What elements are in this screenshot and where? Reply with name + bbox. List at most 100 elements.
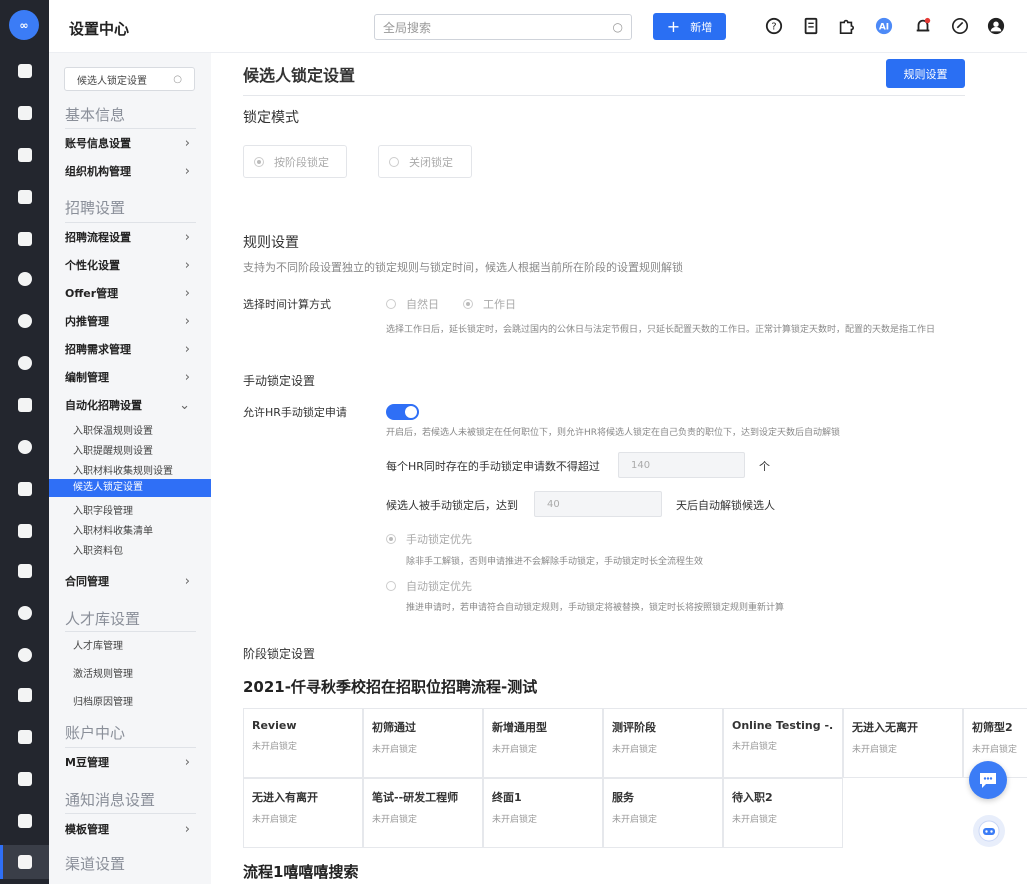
submenu-onboard-fields[interactable]: 入职字段管理 — [73, 502, 133, 517]
limit-label: 每个HR同时存在的手动锁定申请数不得超过 — [386, 460, 600, 473]
pie-chart-icon[interactable] — [0, 349, 49, 377]
menu-item-account[interactable]: 账号信息设置 › — [65, 135, 190, 151]
settings-icon[interactable] — [0, 845, 49, 879]
robot-assistant-button[interactable] — [973, 815, 1005, 847]
radio-icon — [389, 156, 399, 167]
chevron-right-icon: › — [184, 229, 190, 245]
menu-item-referral[interactable]: 内推管理 › — [65, 313, 190, 329]
divider — [243, 95, 965, 96]
menu-item-flow[interactable]: 招聘流程设置 › — [65, 229, 190, 245]
menu-item-org[interactable]: 组织机构管理 › — [65, 163, 190, 179]
submenu-activation[interactable]: 激活规则管理 — [73, 665, 133, 680]
menu-item-offer[interactable]: Offer管理 › — [65, 285, 190, 301]
user-tie-icon[interactable] — [0, 723, 49, 751]
rule-settings-button[interactable]: 规则设置 — [886, 59, 965, 88]
submenu-onboard-warm[interactable]: 入职保温规则设置 — [73, 422, 153, 437]
star-icon[interactable] — [0, 641, 49, 669]
top-header: 设置中心 全局搜索 ○ + 新增 ? AI — [49, 0, 1027, 53]
help-icon[interactable]: ? — [764, 16, 784, 36]
list-icon[interactable] — [0, 807, 49, 835]
global-search-placeholder: 全局搜索 — [383, 20, 432, 35]
notes-icon[interactable] — [801, 16, 821, 36]
stage-card[interactable]: Online Testing -... 未开启锁定 — [723, 708, 843, 778]
document-icon[interactable] — [0, 141, 49, 169]
stage-card[interactable]: 笔试--研发工程师 未开启锁定 — [363, 778, 483, 848]
menu-item-personal[interactable]: 个性化设置 › — [65, 257, 190, 273]
stage-card[interactable]: 无进入有离开 未开启锁定 — [243, 778, 363, 848]
puzzle-icon[interactable] — [836, 16, 856, 36]
user-avatar-icon[interactable] — [986, 16, 1006, 36]
notification-bell-icon[interactable] — [913, 16, 933, 36]
menu-item-automation[interactable]: 自动化招聘设置 ⌄ — [65, 397, 190, 413]
plus-icon: + — [666, 17, 681, 36]
natural-day-radio[interactable]: 自然日 — [386, 296, 439, 312]
stage-card[interactable]: 服务 未开启锁定 — [603, 778, 723, 848]
allow-hr-lock-label: 允许HR手动锁定申请 — [243, 406, 347, 419]
wechat-icon[interactable] — [0, 265, 49, 293]
section-account: 账户中心 — [65, 724, 126, 742]
stage-card[interactable]: 测评阶段 未开启锁定 — [603, 708, 723, 778]
section-channel: 渠道设置 — [65, 855, 126, 873]
submenu-talent-pool[interactable]: 人才库管理 — [73, 637, 123, 652]
clipboard-icon[interactable] — [0, 765, 49, 793]
manual-priority-note: 除非手工解锁，否则申请推进不会解除手动锁定，手动锁定时长全流程生效 — [406, 557, 704, 567]
stage-card[interactable]: Review 未开启锁定 — [243, 708, 363, 778]
menu-item-template[interactable]: 模板管理 › — [65, 821, 190, 837]
submenu-material-list[interactable]: 入职材料收集清单 — [73, 522, 153, 537]
ai-assistant-icon[interactable]: AI — [874, 16, 894, 36]
thumb-up-icon[interactable] — [0, 307, 49, 335]
chevron-right-icon: › — [184, 257, 190, 273]
stage-card[interactable]: 初筛通过 未开启锁定 — [363, 708, 483, 778]
submenu-archive[interactable]: 归档原因管理 — [73, 693, 133, 708]
global-search-input[interactable]: 全局搜索 ○ — [374, 14, 632, 40]
chevron-right-icon: › — [184, 821, 190, 837]
days-input[interactable]: 40 — [534, 491, 662, 517]
badge-icon[interactable] — [0, 681, 49, 709]
submenu-onboard-remind[interactable]: 入职提醒规则设置 — [73, 442, 153, 457]
rules-description: 支持为不同阶段设置独立的锁定规则与锁定时间，候选人根据当前所在阶段的设置规则解锁 — [243, 261, 683, 274]
link-icon[interactable] — [950, 16, 970, 36]
limit-input[interactable]: 140 — [618, 452, 745, 478]
allow-hr-lock-note: 开启后，若候选人未被锁定在任何职位下，则允许HR将候选人锁定在自己负责的职位下，… — [386, 428, 841, 438]
page-title: 设置中心 — [69, 20, 130, 38]
submenu-material-rules[interactable]: 入职材料收集规则设置 — [73, 462, 173, 477]
time-method-label: 选择时间计算方式 — [243, 298, 331, 311]
menu-item-demand[interactable]: 招聘需求管理 › — [65, 341, 190, 357]
bar-chart-icon[interactable] — [0, 391, 49, 419]
content-title: 候选人锁定设置 — [243, 66, 356, 85]
submenu-material-pack[interactable]: 入职资料包 — [73, 542, 123, 557]
lock-by-stage-option[interactable]: 按阶段锁定 — [243, 145, 347, 178]
manual-lock-heading: 手动锁定设置 — [243, 374, 316, 388]
add-button[interactable]: + 新增 — [653, 13, 726, 40]
allow-hr-lock-toggle[interactable] — [386, 404, 419, 420]
lock-mode-heading: 锁定模式 — [243, 110, 299, 126]
chat-support-button[interactable] — [969, 761, 1007, 799]
manual-priority-radio[interactable]: 手动锁定优先 — [386, 531, 472, 547]
chat-icon[interactable] — [0, 599, 49, 627]
user-add-icon[interactable] — [0, 557, 49, 585]
workday-radio[interactable]: 工作日 — [463, 296, 516, 312]
stage-card[interactable]: 新增通用型 未开启锁定 — [483, 708, 603, 778]
user-circle-icon[interactable] — [0, 433, 49, 461]
id-card-icon[interactable] — [0, 225, 49, 253]
calendar-icon[interactable] — [0, 183, 49, 211]
dashboard-icon[interactable] — [0, 57, 49, 85]
menu-item-headcount[interactable]: 编制管理 › — [65, 369, 190, 385]
stage-card[interactable]: 终面1 未开启锁定 — [483, 778, 603, 848]
menu-item-mbean[interactable]: M豆管理 › — [65, 754, 190, 770]
chevron-right-icon: › — [184, 341, 190, 357]
chevron-right-icon: › — [184, 369, 190, 385]
menu-item-contract[interactable]: 合同管理 › — [65, 573, 190, 589]
auto-priority-radio[interactable]: 自动锁定优先 — [386, 578, 472, 594]
lock-off-option[interactable]: 关闭锁定 — [378, 145, 472, 178]
users-icon[interactable] — [0, 475, 49, 503]
phone-icon[interactable] — [0, 517, 49, 545]
auto-priority-note: 推进申请时，若申请符合自动锁定规则，手动锁定将被替换，锁定时长将按照锁定规则重新… — [406, 603, 785, 613]
briefcase-icon[interactable] — [0, 99, 49, 127]
chevron-right-icon: › — [184, 573, 190, 589]
stage-card[interactable]: 待入职2 未开启锁定 — [723, 778, 843, 848]
submenu-candidate-lock[interactable]: 候选人锁定设置 — [49, 479, 211, 497]
app-logo[interactable]: ∞ — [9, 10, 39, 40]
stage-card[interactable]: 无进入无离开 未开启锁定 — [843, 708, 963, 778]
menu-search-input[interactable]: 候选人锁定设置 ○ — [64, 67, 195, 91]
